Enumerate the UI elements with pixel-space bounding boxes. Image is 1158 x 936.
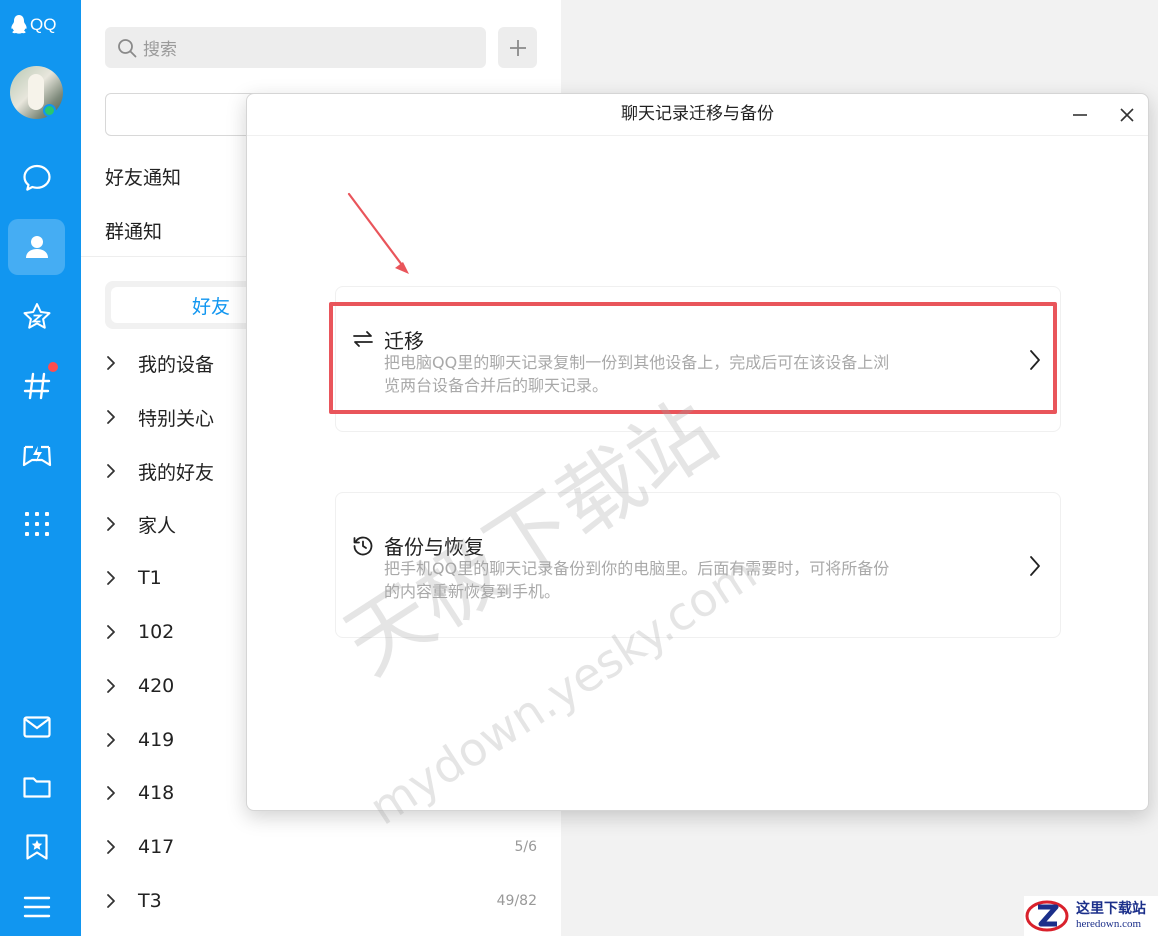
group-name: T1 <box>138 567 162 589</box>
nav-games[interactable] <box>8 427 65 483</box>
favorites-icon <box>25 834 48 860</box>
plus-icon <box>509 39 526 56</box>
group-name: 特别关心 <box>138 407 215 430</box>
group-name: 102 <box>138 621 175 643</box>
qq-logo: QQ <box>10 12 56 38</box>
group-name: 420 <box>138 675 175 697</box>
search-placeholder: 搜索 <box>143 40 177 60</box>
highlight-box <box>329 302 1057 414</box>
chevron-right-icon <box>105 624 138 640</box>
close-icon <box>1120 108 1134 122</box>
group-name: T3 <box>138 890 162 912</box>
option-description: 把手机QQ里的聊天记录备份到你的电脑里。后面有需要时，可将所备份 的内容重新恢复… <box>384 557 974 603</box>
search-input[interactable]: 搜索 <box>105 27 486 68</box>
search-icon <box>118 38 137 57</box>
nav-qzone[interactable] <box>8 289 65 345</box>
close-button[interactable] <box>1112 100 1142 130</box>
option-backup-restore[interactable]: 备份与恢复 把手机QQ里的聊天记录备份到你的电脑里。后面有需要时，可将所备份 的… <box>335 492 1061 638</box>
group-online-count: 5/6 <box>514 839 537 855</box>
chevron-right-icon <box>105 678 138 694</box>
group-name: 家人 <box>138 514 177 537</box>
minimize-button[interactable] <box>1065 100 1095 130</box>
site-logo-icon <box>1025 900 1069 932</box>
description-line: 的内容重新恢复到手机。 <box>384 582 561 601</box>
menu-icon <box>23 896 50 918</box>
logo-cn-text: 这里下载站 <box>1076 901 1146 917</box>
nav-apps[interactable] <box>8 496 65 552</box>
chat-bubble-icon <box>22 164 51 191</box>
nav-files[interactable] <box>8 759 65 815</box>
group-notifications[interactable]: 群通知 <box>105 217 162 244</box>
description-line: 把手机QQ里的聊天记录备份到你的电脑里。后面有需要时，可将所备份 <box>384 559 890 578</box>
group-name: 我的好友 <box>138 461 215 484</box>
chevron-right-icon <box>105 839 138 855</box>
channel-badge-dot <box>48 362 58 372</box>
chevron-right-icon <box>105 355 138 371</box>
site-logo-text: 这里下载站 heredown.com <box>1076 902 1146 930</box>
nav-menu[interactable] <box>8 879 65 935</box>
chevron-right-icon <box>105 463 138 479</box>
minimize-icon <box>1073 114 1087 116</box>
logo-en-text: heredown.com <box>1076 918 1142 930</box>
group-row[interactable]: 417 5/6 <box>105 827 537 867</box>
friend-notifications[interactable]: 好友通知 <box>105 163 181 190</box>
group-online-count: 49/82 <box>496 893 537 909</box>
nav-messages[interactable] <box>8 150 65 206</box>
corner-site-logo: 这里下载站 heredown.com <box>1024 896 1158 936</box>
chevron-right-icon <box>105 893 138 909</box>
chevron-right-icon <box>105 570 138 586</box>
chevron-right-icon <box>105 732 138 748</box>
mail-icon <box>22 716 51 738</box>
group-name: 我的设备 <box>138 353 215 376</box>
chevron-right-icon <box>1030 556 1040 576</box>
group-name: 418 <box>138 782 175 804</box>
apps-grid-icon <box>24 512 49 536</box>
option-title: 备份与恢复 <box>384 535 484 559</box>
chevron-right-icon <box>105 785 138 801</box>
games-icon <box>22 445 51 467</box>
online-status-dot <box>43 104 56 117</box>
annotation-arrow <box>347 192 409 274</box>
group-name: 417 <box>138 836 175 858</box>
chat-migration-dialog: 聊天记录迁移与备份 迁移 把电脑QQ里的聊天记录复制一份到其他设备上，完成后可在… <box>246 93 1149 811</box>
brand-text: QQ <box>30 15 57 34</box>
nav-contacts[interactable] <box>8 219 65 275</box>
history-clock-icon <box>353 536 373 556</box>
penguin-icon <box>11 15 27 34</box>
add-button[interactable] <box>498 27 537 68</box>
channel-hash-icon <box>23 372 50 400</box>
group-name: 419 <box>138 729 175 751</box>
chevron-right-icon <box>105 516 138 532</box>
folder-icon <box>22 777 51 798</box>
zone-star-icon <box>23 303 50 329</box>
contacts-icon <box>25 236 48 258</box>
nav-mail[interactable] <box>8 699 65 755</box>
chevron-right-icon <box>105 409 138 425</box>
nav-favorites[interactable] <box>8 819 65 875</box>
group-row[interactable]: T3 49/82 <box>105 881 537 921</box>
